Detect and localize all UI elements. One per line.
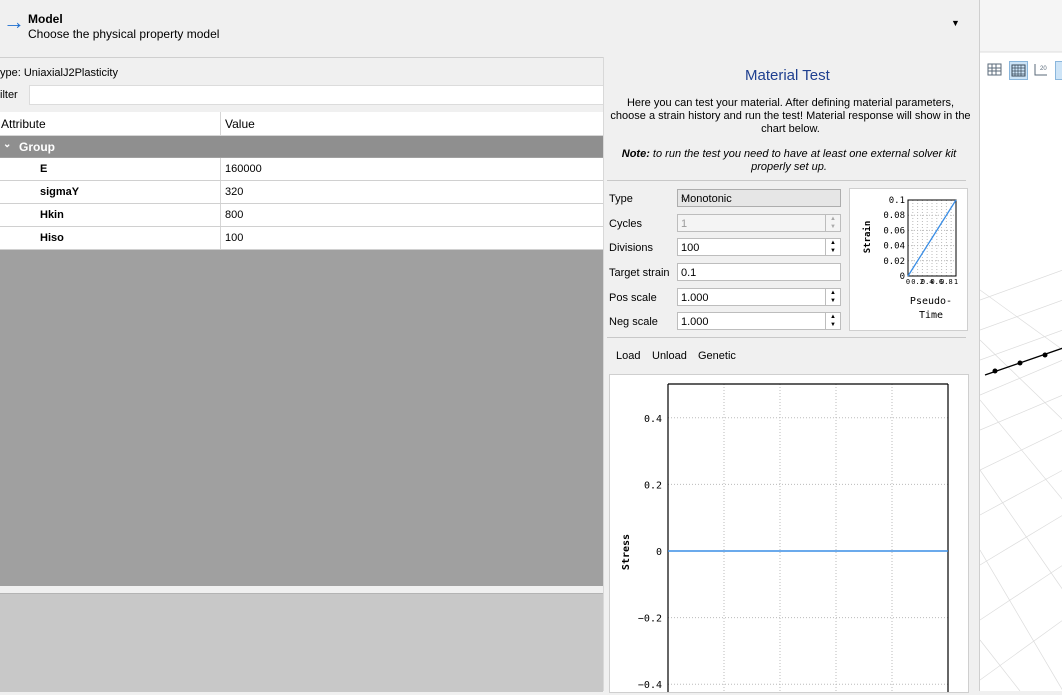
attribute-value[interactable]: 800 [225, 209, 243, 221]
cycles-stepper[interactable]: 1 ▲ ▼ [677, 214, 841, 232]
chevron-down-icon[interactable]: ▼ [951, 18, 960, 28]
grid-icon[interactable] [986, 61, 1003, 78]
arrow-right-icon: → [3, 9, 25, 34]
step-subtitle: Choose the physical property model [28, 27, 220, 41]
target-strain-input[interactable]: 0.1 [677, 263, 841, 281]
stress-y-label: Stress [621, 534, 632, 570]
attribute-value[interactable]: 320 [225, 186, 243, 198]
unload-button[interactable]: Unload [652, 350, 687, 362]
attribute-name: E [40, 163, 48, 175]
target-strain-value: 0.1 [681, 267, 697, 279]
attribute-name: Hkin [40, 209, 64, 221]
pos-scale-label: Pos scale [609, 292, 657, 304]
stress-response-chart: 0.4 0.2 0 −0.2 −0.4 Stress [609, 374, 969, 693]
divisions-label: Divisions [609, 242, 654, 254]
attribute-value[interactable]: 160000 [225, 163, 262, 175]
note-text: to run the test you need to have at leas… [649, 148, 957, 173]
y-tick: 0 [900, 272, 905, 282]
x-tick: 0.8 [940, 278, 953, 286]
step-title: Model [28, 12, 63, 26]
material-test-note: Note: to run the test you need to have a… [614, 148, 964, 174]
model-step-header[interactable]: → Model Choose the physical property mod… [0, 0, 978, 58]
cycles-label: Cycles [609, 218, 643, 230]
strain-x-ticks: 0 0.2 0.4 0.6 0.8 1 [906, 278, 958, 286]
view-icon[interactable] [1055, 61, 1062, 80]
y-tick: 0.06 [883, 226, 905, 236]
strain-y-ticks: 0 0.02 0.04 0.06 0.08 0.1 [883, 196, 905, 282]
strain-x-label: Pseudo-Time [910, 296, 952, 321]
neg-scale-value: 1.000 [681, 316, 709, 328]
table-row[interactable]: Hiso 100 [0, 227, 603, 250]
table-row[interactable]: E 160000 [0, 158, 603, 181]
group-row[interactable]: ⌄ Group [0, 136, 603, 157]
y-tick: 0.4 [644, 414, 662, 425]
filter-label: ilter [0, 89, 18, 101]
spin-arrows-icon[interactable]: ▲ ▼ [825, 313, 840, 329]
x-tick: 1 [954, 278, 958, 286]
target-strain-label: Target strain [609, 267, 670, 279]
grid-fine-icon[interactable] [1009, 61, 1028, 80]
filter-input[interactable] [29, 85, 604, 105]
divisions-stepper[interactable]: 100 ▲ ▼ [677, 238, 841, 256]
grid-2d-icon[interactable]: 20 [1032, 61, 1049, 78]
y-tick: 0 [656, 547, 662, 558]
description-pane [0, 593, 603, 692]
y-tick: −0.2 [638, 614, 662, 625]
strain-y-label: Strain [862, 221, 873, 254]
material-test-title: Material Test [745, 67, 830, 84]
stress-plot-frame [667, 383, 949, 692]
stress-chart-svg: 0.4 0.2 0 −0.2 −0.4 Stress [621, 383, 949, 692]
y-tick: 0.08 [883, 211, 905, 221]
column-attribute[interactable]: Attribute [1, 117, 46, 131]
stress-grid [668, 384, 948, 692]
pos-scale-value: 1.000 [681, 292, 709, 304]
material-test-description: Here you can test your material. After d… [610, 97, 971, 135]
grid-header: Attribute Value [0, 112, 603, 136]
type-label: Type [609, 193, 633, 205]
attribute-name: sigmaY [40, 186, 80, 198]
load-button[interactable]: Load [616, 350, 640, 362]
genetic-button[interactable]: Genetic [698, 350, 736, 362]
attribute-name: Hiso [40, 232, 64, 244]
divisions-value: 100 [681, 242, 700, 254]
spin-arrows-icon[interactable]: ▲ ▼ [825, 289, 840, 305]
attribute-value[interactable]: 100 [225, 232, 243, 244]
x-tick: 0 [906, 278, 910, 286]
y-tick: 0.04 [883, 242, 905, 252]
neg-scale-label: Neg scale [609, 316, 658, 328]
strain-history-chart: 0 0.02 0.04 0.06 0.08 0.1 0 0.2 0.4 0.6 … [849, 188, 968, 331]
group-label: Group [19, 140, 55, 154]
type-select[interactable]: Monotonic ⌵ [677, 189, 841, 207]
column-value[interactable]: Value [225, 117, 255, 131]
spin-arrows-icon[interactable]: ▲ ▼ [825, 239, 840, 255]
y-tick: 0.1 [889, 196, 905, 206]
table-row[interactable]: Hkin 800 [0, 204, 603, 227]
strain-series-line [907, 199, 957, 277]
svg-text:20: 20 [1040, 66, 1047, 72]
spin-arrows-icon[interactable]: ▲ ▼ [825, 215, 840, 231]
y-tick: −0.4 [638, 680, 662, 691]
divider [607, 180, 966, 181]
note-label: Note: [621, 148, 650, 160]
divider [607, 337, 966, 338]
chevron-down-icon: ⌵ [681, 193, 689, 204]
material-type-label: ype: UniaxialJ2Plasticity [0, 67, 118, 79]
table-row[interactable]: sigmaY 320 [0, 181, 603, 204]
cycles-value: 1 [681, 218, 688, 230]
y-tick: 0.02 [883, 257, 905, 267]
neg-scale-stepper[interactable]: 1.000 ▲ ▼ [677, 312, 841, 330]
3d-viewport[interactable]: 20 [979, 0, 1062, 692]
pos-scale-stepper[interactable]: 1.000 ▲ ▼ [677, 288, 841, 306]
chevron-down-icon[interactable]: ⌄ [3, 139, 11, 150]
stress-y-ticks: 0.4 0.2 0 −0.2 −0.4 [638, 414, 662, 691]
strain-chart-svg: 0 0.02 0.04 0.06 0.08 0.1 0 0.2 0.4 0.6 … [862, 196, 958, 321]
y-tick: 0.2 [644, 480, 662, 491]
ground-grid [979, 0, 1062, 692]
